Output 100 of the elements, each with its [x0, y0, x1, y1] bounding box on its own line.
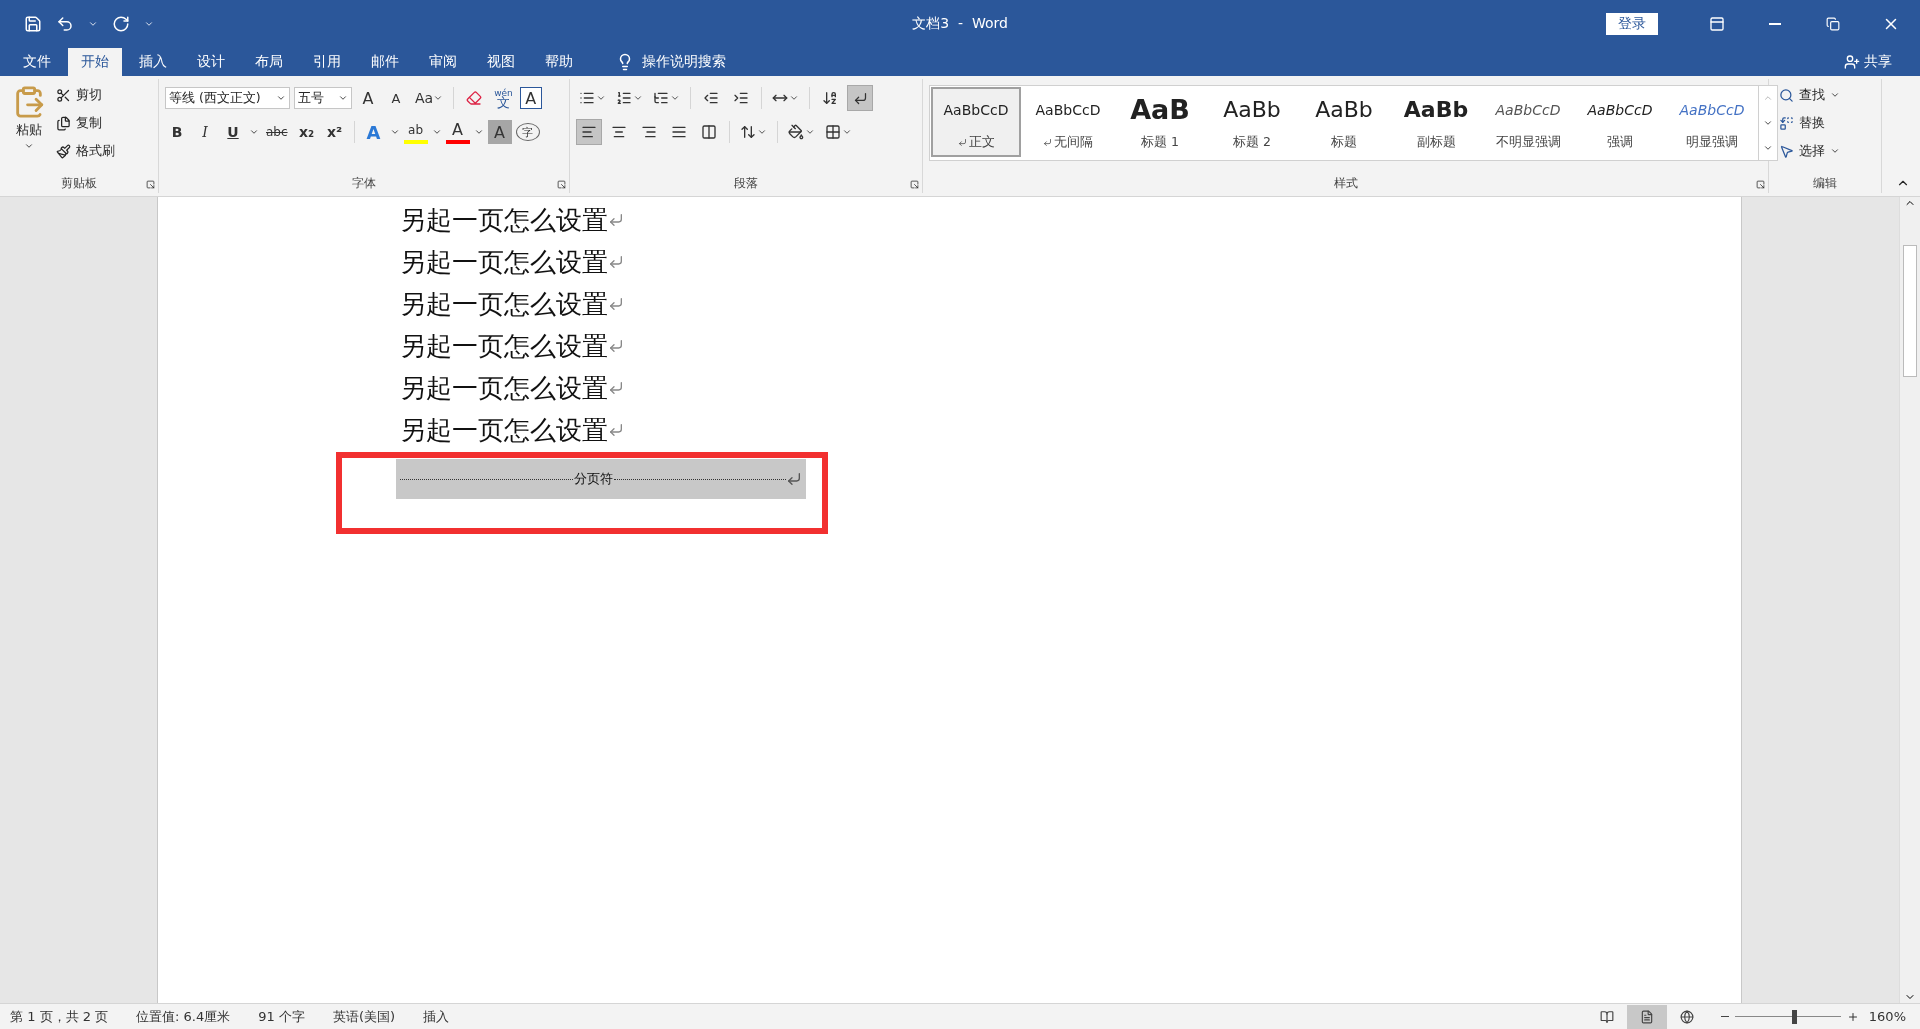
strikethrough-button[interactable]: abc — [263, 120, 291, 144]
outdent-icon — [703, 90, 719, 106]
caret-icon — [433, 93, 444, 103]
group-label: 字体 — [351, 175, 377, 192]
scroll-down-icon[interactable] — [1763, 118, 1773, 128]
sort-icon — [822, 90, 838, 106]
window-title: 文档3 - Word — [912, 15, 1008, 33]
font-size-field[interactable]: 五号 — [294, 87, 352, 109]
ribbon-tab[interactable]: 视图 — [474, 48, 528, 76]
caret-icon[interactable] — [88, 19, 98, 29]
zoom-level-text[interactable]: 160% — [1868, 1009, 1906, 1024]
page-icon — [1639, 1009, 1654, 1024]
copy-icon — [56, 115, 71, 131]
user-icon — [1844, 54, 1860, 70]
paragraph-mark-icon — [608, 254, 624, 270]
caret-icon — [789, 93, 799, 103]
panel-icon — [1709, 16, 1725, 32]
paste-button[interactable]: 粘贴 — [6, 83, 52, 173]
dialog-launcher-icon[interactable] — [557, 180, 566, 189]
shrink-font-button[interactable]: A — [384, 86, 408, 110]
superscript-button[interactable]: x² — [322, 120, 347, 144]
style-item[interactable]: AaBbCcD 正文 — [931, 87, 1021, 157]
zoom-out-icon[interactable] — [1720, 1015, 1729, 1018]
status-text: 位置值: 6.4厘米 — [136, 1007, 231, 1026]
login-button[interactable]: 登录 — [1606, 13, 1658, 35]
share-button[interactable]: 共享 — [1838, 48, 1898, 76]
tell-me-search[interactable]: 操作说明搜索 — [610, 48, 732, 76]
change-case-button[interactable]: Aa — [412, 86, 447, 110]
document-text: 另起一页怎么设置 — [400, 413, 608, 447]
ribbon-tab[interactable]: 插入 — [126, 48, 180, 76]
document-text: 另起一页怎么设置 — [400, 371, 608, 405]
scrollbar[interactable] — [1899, 197, 1920, 1003]
document-text: 另起一页怎么设置 — [400, 245, 608, 279]
book-icon — [1599, 1009, 1614, 1024]
caret-icon — [389, 127, 400, 137]
paintbrush-icon — [56, 143, 71, 159]
clipboard-button[interactable]: 复制 — [52, 111, 119, 135]
caret-icon — [633, 93, 643, 103]
ribbon-tab[interactable]: 邮件 — [358, 48, 412, 76]
ribbon-tab[interactable]: 开始 — [68, 48, 122, 76]
paragraph-mark-icon — [608, 422, 624, 438]
status-text: 91 个字 — [258, 1007, 305, 1026]
paragraph-mark-icon — [608, 338, 624, 354]
caret-icon — [276, 93, 286, 103]
redo-icon[interactable] — [112, 15, 130, 33]
dialog-launcher-icon[interactable] — [1756, 180, 1765, 189]
clipboard-button[interactable]: 格式刷 — [52, 139, 119, 163]
editing-button[interactable]: 查找 — [1775, 83, 1844, 107]
indent-icon — [733, 90, 749, 106]
pointer-icon — [1779, 143, 1794, 159]
editing-button[interactable]: 选择 — [1775, 139, 1844, 163]
caret-icon — [431, 127, 442, 137]
dialog-launcher-icon[interactable] — [910, 180, 919, 189]
save-icon[interactable] — [24, 15, 42, 33]
align-button[interactable] — [576, 119, 602, 145]
character-border-button[interactable]: A — [519, 87, 542, 109]
ribbon-tab[interactable]: 布局 — [242, 48, 296, 76]
scrollbar-thumb[interactable] — [1903, 245, 1917, 377]
highlight-button[interactable]: ab — [403, 120, 428, 144]
grow-font-button[interactable]: A — [356, 86, 380, 110]
view-button[interactable] — [1626, 1004, 1667, 1029]
ribbon-tab[interactable]: 审阅 — [416, 48, 470, 76]
italic-button[interactable]: I — [193, 120, 217, 144]
font-color-button[interactable]: A — [445, 120, 470, 144]
globe-icon — [1679, 1009, 1694, 1024]
text-effect-button[interactable]: A — [361, 120, 386, 144]
paragraph-mark-icon — [608, 380, 624, 396]
font-name-field[interactable]: 等线 (西文正文) — [165, 87, 290, 109]
show-marks-button[interactable] — [847, 85, 873, 111]
scissors-icon — [56, 87, 71, 103]
dialog-launcher-icon[interactable] — [146, 180, 155, 189]
shading-button[interactable]: A — [487, 120, 512, 144]
ribbon-tab[interactable]: 引用 — [300, 48, 354, 76]
group-label: 剪贴板 — [60, 175, 98, 192]
caret-icon — [24, 141, 34, 151]
ribbon-tab[interactable]: 帮助 — [532, 48, 586, 76]
underline-button[interactable]: U — [221, 120, 245, 144]
align-icon — [581, 124, 597, 140]
phonetic-guide-button[interactable]: wén 文 — [491, 88, 516, 108]
zoom-in-icon[interactable] — [1846, 1010, 1859, 1023]
editing-button[interactable]: 替换 — [1775, 111, 1844, 135]
zoom-slider-thumb[interactable] — [1792, 1009, 1798, 1024]
group-label: 段落 — [733, 175, 759, 192]
ribbon-tab[interactable]: 设计 — [184, 48, 238, 76]
numbered-list-icon — [616, 90, 632, 106]
bold-button[interactable]: B — [165, 120, 189, 144]
clipboard-button[interactable]: 剪切 — [52, 83, 119, 107]
undo-icon[interactable] — [56, 15, 74, 33]
subscript-button[interactable]: x₂ — [294, 120, 319, 144]
caret-icon — [842, 127, 852, 137]
group-label: 编辑 — [1812, 175, 1838, 192]
return-arrow-icon — [852, 90, 868, 106]
status-text: 第 1 页，共 2 页 — [10, 1007, 109, 1026]
ribbon-tab[interactable]: 文件 — [10, 48, 64, 76]
caret-icon — [805, 127, 815, 137]
caret-icon — [757, 127, 767, 137]
caret-icon — [1830, 90, 1840, 100]
customize-caret-icon[interactable] — [144, 19, 154, 29]
eraser-icon — [466, 90, 483, 106]
group-label: 样式 — [1332, 175, 1359, 192]
